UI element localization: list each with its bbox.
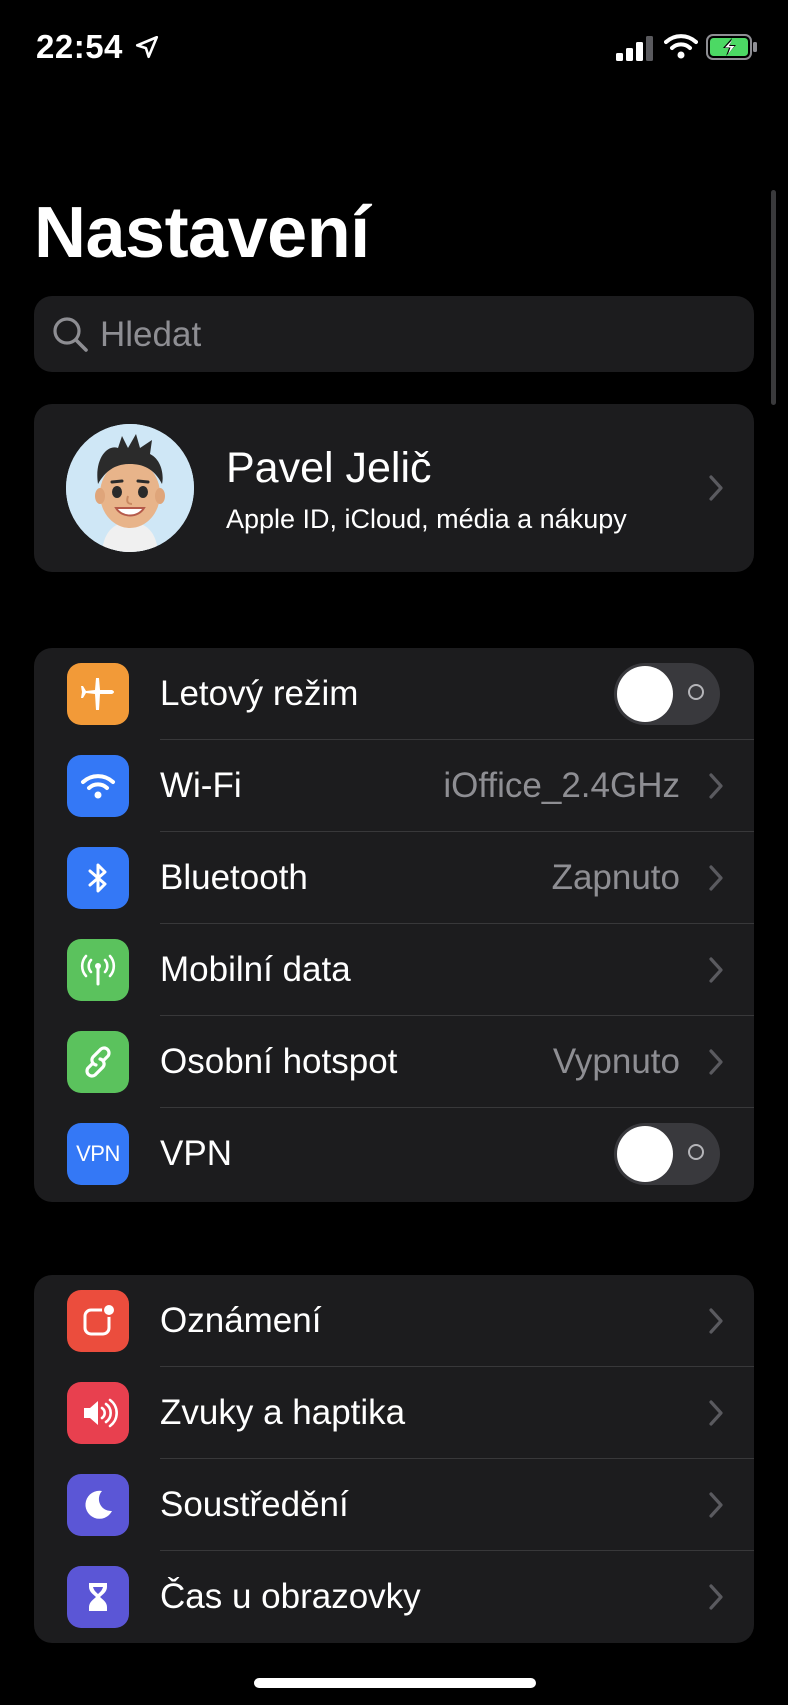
search-bar[interactable]	[34, 296, 754, 374]
toggle-off-indicator	[688, 1144, 704, 1160]
settings-row-screen-time[interactable]: Čas u obrazovky	[34, 1551, 754, 1643]
settings-row-vpn[interactable]: VPN VPN	[34, 1108, 754, 1200]
settings-row-airplane-mode[interactable]: Letový režim	[34, 648, 754, 740]
speaker-icon	[67, 1382, 129, 1444]
chevron-right-icon	[709, 865, 723, 891]
vpn-toggle[interactable]	[614, 1123, 720, 1185]
airplane-icon	[67, 663, 129, 725]
row-label: Soustředění	[160, 1485, 349, 1524]
row-label: Letový režim	[160, 674, 359, 713]
settings-row-notifications[interactable]: Oznámení	[34, 1275, 754, 1367]
antenna-icon	[67, 939, 129, 1001]
notifications-group: Oznámení Zvuky a haptika Soustředění Čas…	[34, 1275, 754, 1643]
location-arrow-icon	[135, 35, 159, 59]
toggle-knob	[617, 1126, 673, 1182]
row-label: Osobní hotspot	[160, 1042, 398, 1081]
status-bar: 22:54	[0, 0, 788, 100]
avatar	[66, 424, 194, 552]
status-time: 22:54	[36, 28, 123, 65]
chevron-right-icon	[709, 957, 723, 983]
chevron-right-icon	[709, 1400, 723, 1426]
settings-row-wifi[interactable]: Wi-Fi iOffice_2.4GHz	[34, 740, 754, 832]
row-value: Zapnuto	[551, 858, 680, 897]
row-label: Čas u obrazovky	[160, 1577, 421, 1616]
profile-name: Pavel Jelič	[226, 444, 432, 492]
connectivity-group: Letový režim Wi-Fi iOffice_2.4GHz Blueto…	[34, 648, 754, 1202]
apple-id-profile-row[interactable]: Pavel Jelič Apple ID, iCloud, média a ná…	[34, 404, 754, 572]
battery-charging-icon	[706, 34, 757, 60]
toggle-knob	[617, 666, 673, 722]
row-label: Zvuky a haptika	[160, 1393, 406, 1432]
memoji-avatar-icon	[66, 424, 194, 552]
settings-row-bluetooth[interactable]: Bluetooth Zapnuto	[34, 832, 754, 924]
chevron-right-icon	[709, 1308, 723, 1334]
settings-row-mobile-data[interactable]: Mobilní data	[34, 924, 754, 1016]
row-label: VPN	[160, 1134, 232, 1173]
chevron-right-icon	[709, 773, 723, 799]
search-icon	[53, 317, 88, 352]
chevron-right-icon	[709, 1584, 723, 1610]
moon-icon	[67, 1474, 129, 1536]
cellular-signal-icon	[616, 36, 653, 61]
vpn-icon-text: VPN	[76, 1141, 120, 1166]
settings-row-sounds-haptics[interactable]: Zvuky a haptika	[34, 1367, 754, 1459]
home-indicator[interactable]	[254, 1678, 536, 1688]
vpn-icon: VPN	[67, 1123, 129, 1185]
profile-subtitle: Apple ID, iCloud, média a nákupy	[226, 504, 627, 534]
settings-row-personal-hotspot[interactable]: Osobní hotspot Vypnuto	[34, 1016, 754, 1108]
wifi-icon	[67, 755, 129, 817]
row-value: Vypnuto	[552, 1042, 680, 1081]
wifi-icon	[664, 34, 698, 59]
row-label: Bluetooth	[160, 858, 308, 897]
row-label: Mobilní data	[160, 950, 351, 989]
page-title: Nastavení	[34, 193, 370, 273]
hotspot-icon	[67, 1031, 129, 1093]
chevron-right-icon	[709, 475, 723, 501]
search-input[interactable]	[98, 296, 722, 374]
scroll-indicator[interactable]	[771, 190, 776, 405]
notifications-icon	[67, 1290, 129, 1352]
row-label: Wi-Fi	[160, 766, 242, 805]
toggle-off-indicator	[688, 684, 704, 700]
bluetooth-icon	[67, 847, 129, 909]
chevron-right-icon	[709, 1492, 723, 1518]
airplane-mode-toggle[interactable]	[614, 663, 720, 725]
row-label: Oznámení	[160, 1301, 322, 1340]
chevron-right-icon	[709, 1049, 723, 1075]
settings-row-focus[interactable]: Soustředění	[34, 1459, 754, 1551]
hourglass-icon	[67, 1566, 129, 1628]
row-value: iOffice_2.4GHz	[443, 766, 680, 805]
